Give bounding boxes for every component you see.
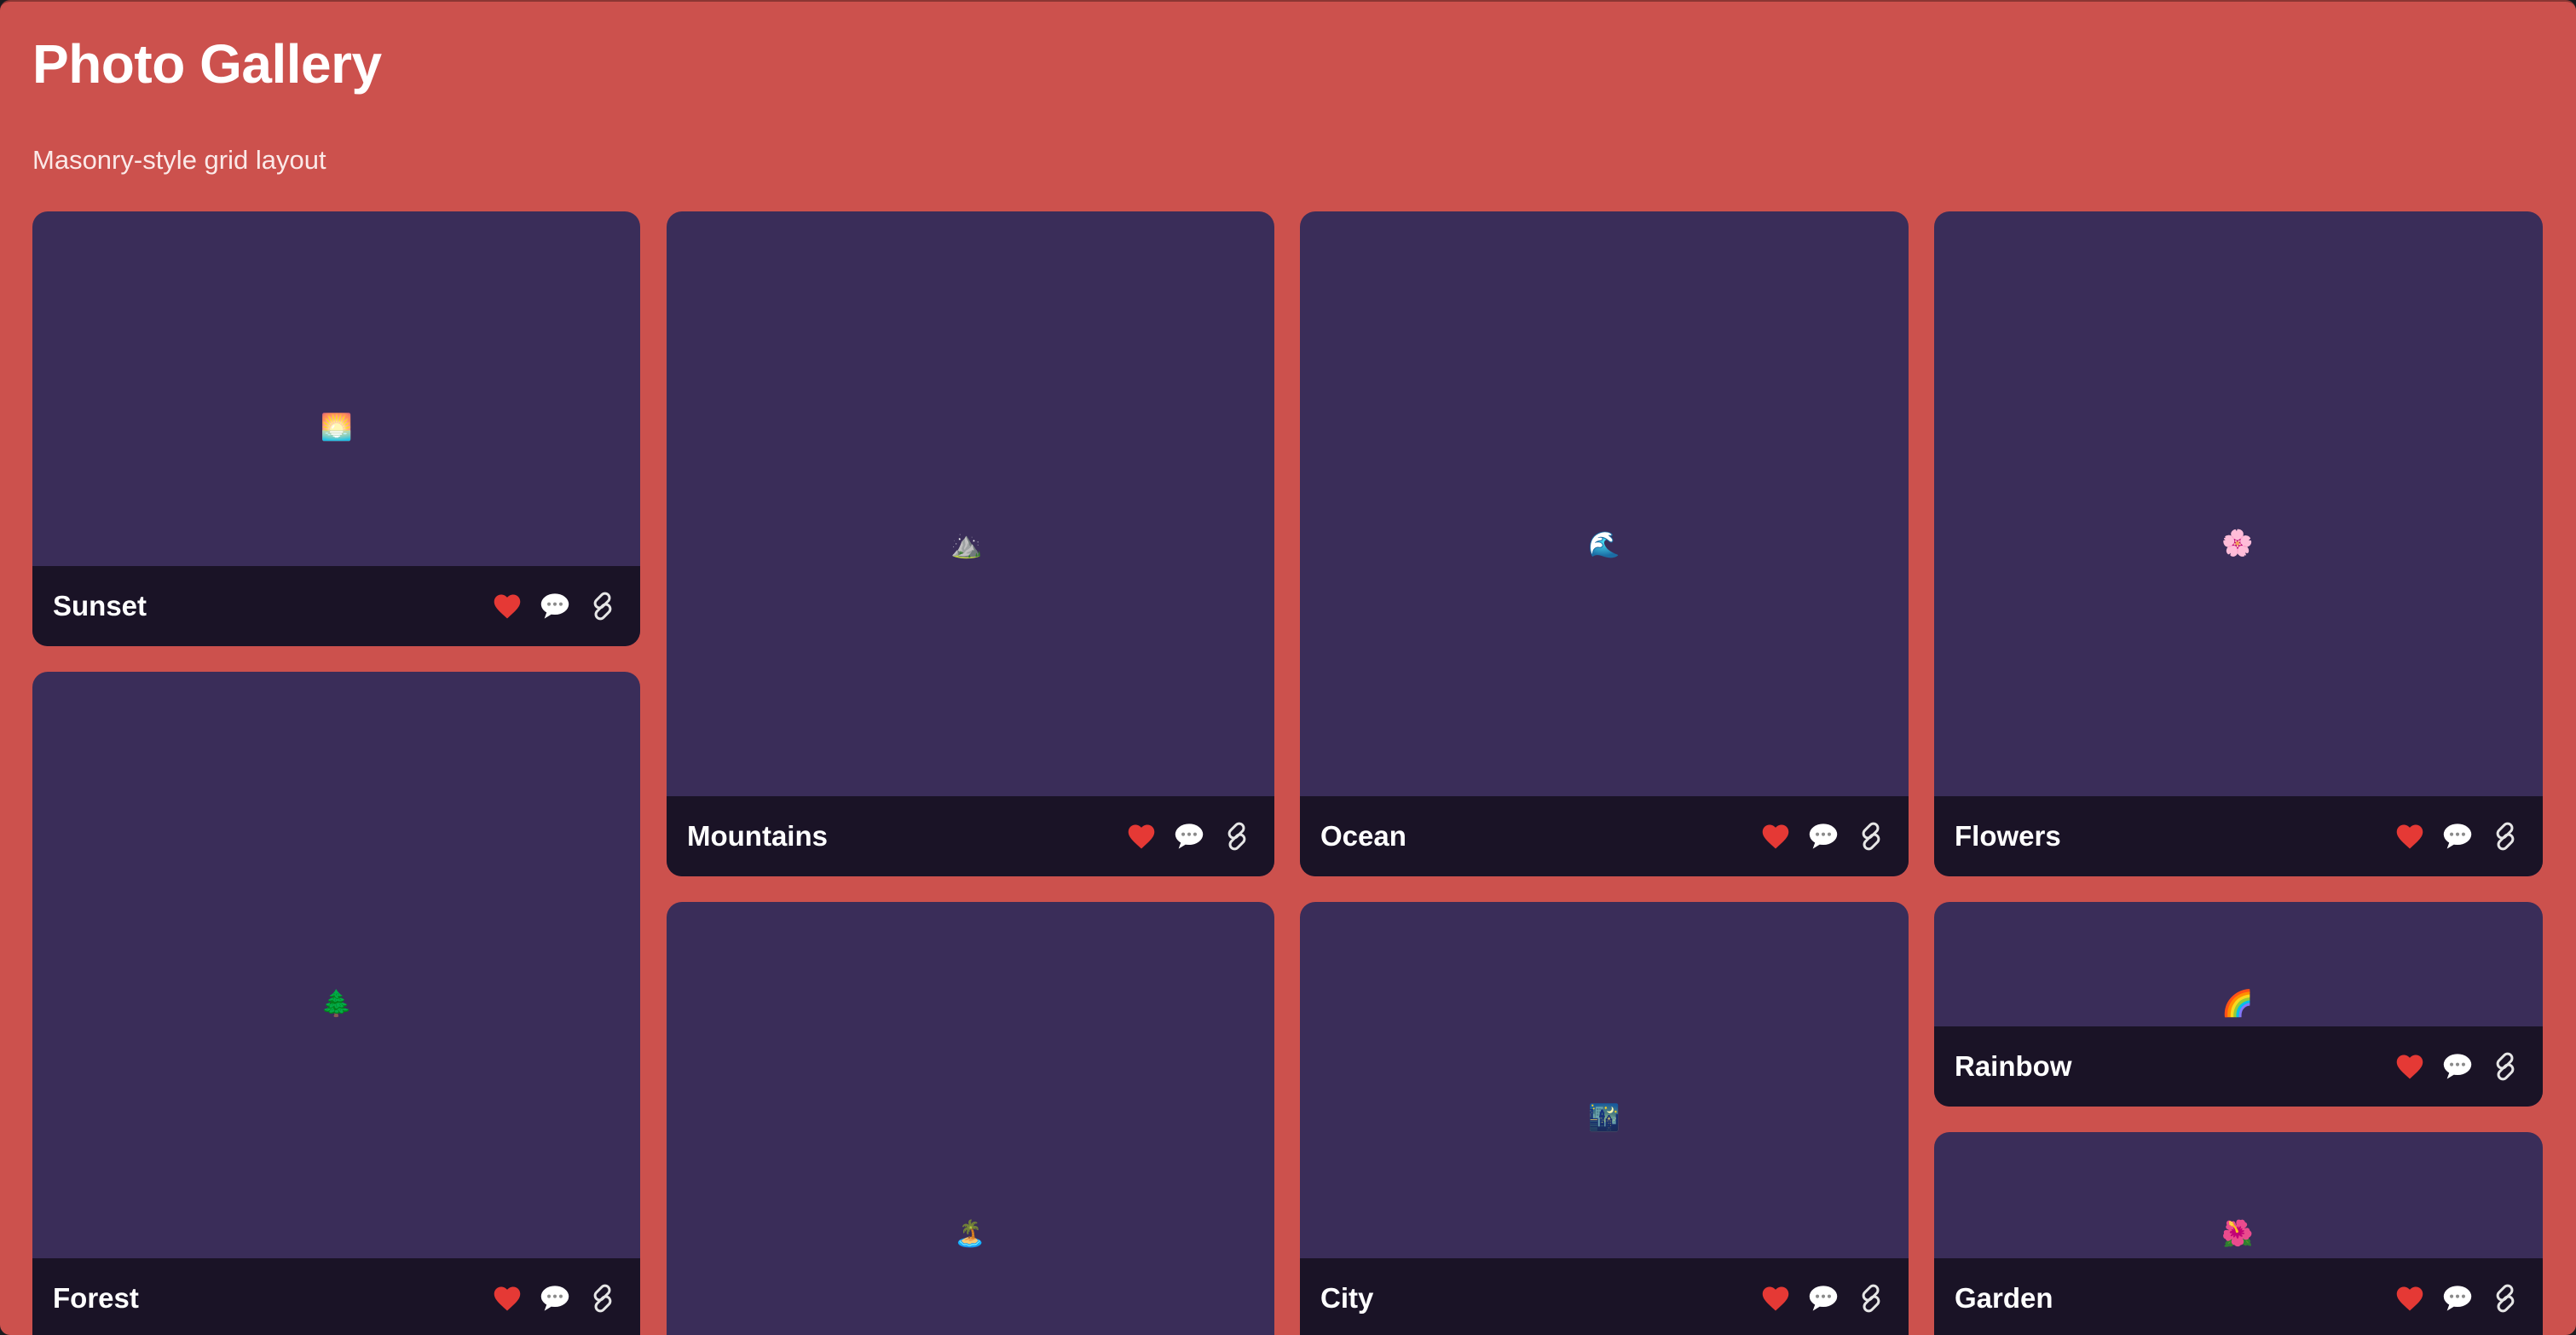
- island-icon: 🏝️: [954, 1220, 986, 1248]
- page-subtitle: Masonry-style grid layout: [32, 145, 326, 175]
- link-icon[interactable]: [1854, 819, 1888, 853]
- gallery-card[interactable]: 🌸 Flowers: [1934, 211, 2543, 876]
- gallery-card[interactable]: 🌊 Ocean: [1300, 211, 1909, 876]
- card-actions: [2393, 1049, 2522, 1084]
- card-title: City: [1320, 1282, 1374, 1314]
- blossom-icon: 🌸: [2221, 529, 2254, 558]
- gallery-card[interactable]: 🌅 Sunset: [32, 211, 640, 646]
- card-actions: [490, 1281, 620, 1315]
- card-title: Ocean: [1320, 820, 1406, 852]
- card-actions: [2393, 819, 2522, 853]
- card-title: Flowers: [1955, 820, 2061, 852]
- city-night-icon: 🌃: [1588, 1104, 1620, 1132]
- link-icon[interactable]: [1854, 1281, 1888, 1315]
- link-icon[interactable]: [2488, 1281, 2522, 1315]
- heart-icon[interactable]: [2393, 819, 2427, 853]
- speech-bubble-icon[interactable]: [2440, 1281, 2475, 1315]
- card-actions: [1759, 1281, 1888, 1315]
- card-title: Mountains: [687, 820, 828, 852]
- gallery-card[interactable]: ⛰️ Mountains: [667, 211, 1274, 876]
- link-icon[interactable]: [586, 589, 620, 623]
- card-caption: Garden: [1934, 1258, 2543, 1335]
- heart-icon[interactable]: [2393, 1049, 2427, 1084]
- gallery-page: Photo Gallery Masonry-style grid layout …: [0, 0, 2576, 1335]
- link-icon[interactable]: [2488, 819, 2522, 853]
- speech-bubble-icon[interactable]: [1172, 819, 1206, 853]
- link-icon[interactable]: [586, 1281, 620, 1315]
- speech-bubble-icon[interactable]: [2440, 1049, 2475, 1084]
- speech-bubble-icon[interactable]: [1806, 1281, 1840, 1315]
- card-title: Sunset: [53, 590, 147, 621]
- heart-icon[interactable]: [1759, 819, 1793, 853]
- speech-bubble-icon[interactable]: [2440, 819, 2475, 853]
- card-caption: Rainbow: [1934, 1026, 2543, 1107]
- heart-icon[interactable]: [490, 589, 524, 623]
- tree-icon: 🌲: [321, 990, 353, 1018]
- heart-icon[interactable]: [2393, 1281, 2427, 1315]
- sunset-icon: 🌅: [321, 413, 353, 442]
- card-title: Rainbow: [1955, 1050, 2072, 1082]
- gallery-card[interactable]: 🌲 Forest: [32, 672, 640, 1335]
- card-actions: [1124, 819, 1254, 853]
- card-actions: [490, 589, 620, 623]
- speech-bubble-icon[interactable]: [1806, 819, 1840, 853]
- card-caption: Flowers: [1934, 796, 2543, 876]
- card-caption: Sunset: [32, 566, 640, 646]
- card-actions: [1759, 819, 1888, 853]
- rainbow-icon: 🌈: [2221, 990, 2254, 1018]
- link-icon[interactable]: [1220, 819, 1254, 853]
- card-caption: City: [1300, 1258, 1909, 1335]
- gallery-card[interactable]: 🌃 City: [1300, 902, 1909, 1335]
- page-title: Photo Gallery: [32, 33, 382, 95]
- hibiscus-icon: 🌺: [2221, 1220, 2254, 1248]
- card-caption: Ocean: [1300, 796, 1909, 876]
- card-title: Forest: [53, 1282, 139, 1314]
- gallery-card[interactable]: 🌺 Garden: [1934, 1132, 2543, 1335]
- card-caption: Mountains: [667, 796, 1274, 876]
- heart-icon[interactable]: [1124, 819, 1158, 853]
- gallery-card[interactable]: 🌈 Rainbow: [1934, 902, 2543, 1107]
- card-actions: [2393, 1281, 2522, 1315]
- gallery-card[interactable]: 🏝️: [667, 902, 1274, 1335]
- wave-icon: 🌊: [1588, 531, 1620, 559]
- heart-icon[interactable]: [490, 1281, 524, 1315]
- mountain-icon: ⛰️: [950, 531, 983, 559]
- heart-icon[interactable]: [1759, 1281, 1793, 1315]
- speech-bubble-icon[interactable]: [538, 1281, 572, 1315]
- card-caption: Forest: [32, 1258, 640, 1335]
- card-title: Garden: [1955, 1282, 2053, 1314]
- speech-bubble-icon[interactable]: [538, 589, 572, 623]
- link-icon[interactable]: [2488, 1049, 2522, 1084]
